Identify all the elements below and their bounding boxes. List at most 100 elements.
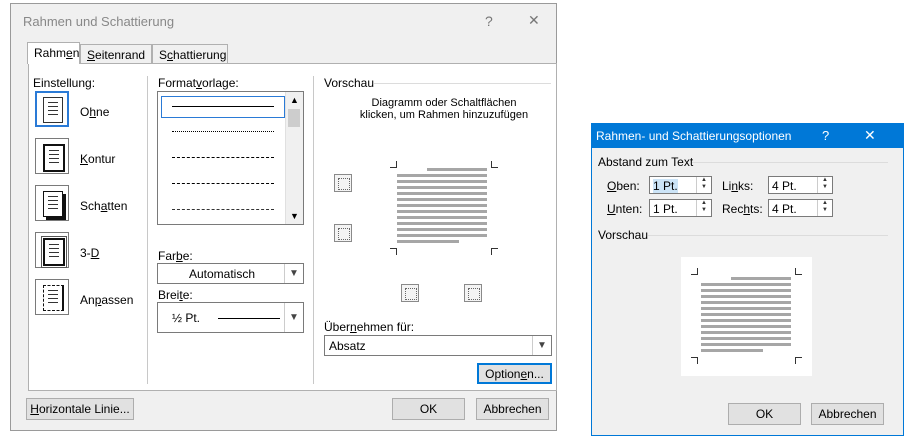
tab-seitenrand[interactable]: Seitenrand [80, 44, 152, 64]
right-border-button[interactable] [464, 284, 482, 302]
page-none-icon [43, 97, 63, 123]
options-cancel-button[interactable]: Abbrechen [811, 403, 884, 425]
dotted-line-sample[interactable] [172, 131, 274, 132]
vorschau-label: Vorschau [324, 76, 375, 90]
tab-label-accel: S [87, 48, 96, 62]
dialog-title: Rahmen und Schattierung [23, 14, 175, 29]
chevron-down-icon[interactable]: ▼ [284, 303, 303, 332]
farbe-label: Farbe: [158, 249, 193, 263]
tab-schattierung[interactable]: Schattierung [152, 44, 228, 64]
corner-mark [491, 161, 498, 168]
tab-label: S [159, 48, 168, 62]
setting-3d-button[interactable] [35, 232, 69, 268]
tab-label: n [72, 46, 80, 60]
spin-arrows-icon[interactable]: ▲ ▼ [817, 200, 832, 216]
farbe-select[interactable]: Automatisch ▼ [157, 263, 304, 284]
spin-arrows-icon[interactable]: ▲ ▼ [696, 177, 711, 193]
separator [313, 76, 314, 384]
left-border-button[interactable] [401, 284, 419, 302]
long-dash-line-sample[interactable] [172, 183, 274, 184]
tab-label: Rahm [34, 46, 67, 60]
borders-shading-dialog: Rahmen und Schattierung ? ✕ Rahmen Seite… [10, 3, 557, 431]
setting-kontur-button[interactable] [35, 138, 69, 174]
cancel-button[interactable]: Abbrechen [476, 398, 549, 420]
dash-dot-line-sample[interactable] [172, 209, 274, 210]
uebernehmen-value: Absatz [329, 339, 366, 353]
rechts-value[interactable]: 4 Pt. [772, 202, 797, 216]
spin-arrows-icon[interactable]: ▲ ▼ [696, 200, 711, 216]
unten-label: Unten: [607, 202, 643, 216]
page-3d-icon [41, 236, 67, 268]
page-custom-icon [43, 285, 64, 311]
options-ok-button[interactable]: OK [728, 403, 801, 425]
corner-mark [390, 161, 397, 168]
tab-label: hattierung [173, 48, 227, 62]
links-value[interactable]: 4 Pt. [772, 179, 797, 193]
unten-value[interactable]: 1 Pt. [653, 202, 678, 216]
tab-label-accel: e [66, 46, 73, 60]
dashed-line-sample[interactable] [172, 157, 274, 158]
setting-3d-label: 3-D [80, 246, 100, 260]
border-bottom-icon [338, 228, 350, 240]
formatvorlage-label: Formatvorlage: [158, 76, 239, 90]
tab-label: eitenrand [95, 48, 146, 62]
line-style-listbox[interactable]: ▲ ▼ [157, 91, 304, 225]
links-spinner[interactable]: 4 Pt. ▲ ▼ [768, 176, 833, 194]
unten-spinner[interactable]: 1 Pt. ▲ ▼ [649, 199, 712, 217]
corner-mark [691, 357, 698, 364]
page-shadow-icon [43, 191, 63, 217]
oben-spinner[interactable]: 1 Pt. ▲ ▼ [649, 176, 712, 194]
rechts-label: Rechts: [722, 202, 763, 216]
uebernehmen-label: Übernehmen für: [324, 320, 415, 334]
breite-value: ½ Pt. [172, 311, 201, 325]
scroll-thumb[interactable] [288, 109, 300, 127]
setting-ohne-button[interactable] [35, 91, 69, 127]
setting-schatten-label: Schatten [80, 199, 128, 213]
options-vorschau-label: Vorschau [598, 228, 649, 242]
optionen-button[interactable]: Option e n... [477, 363, 552, 384]
bottom-border-button[interactable] [334, 224, 352, 242]
scroll-down-icon[interactable]: ▼ [290, 211, 299, 221]
border-left-icon [405, 288, 417, 300]
corner-mark [795, 357, 802, 364]
border-right-icon [468, 288, 480, 300]
help-icon[interactable]: ? [485, 13, 493, 29]
top-border-button[interactable] [334, 174, 352, 192]
farbe-value: Automatisch [188, 267, 256, 281]
corner-mark [491, 248, 498, 255]
abstand-label: Abstand zum Text [598, 155, 694, 169]
uebernehmen-select[interactable]: Absatz ▼ [324, 335, 552, 356]
setting-anpassen-label: Anpassen [80, 293, 134, 307]
vorschau-rule [648, 235, 888, 236]
spin-arrows-icon[interactable]: ▲ ▼ [817, 177, 832, 193]
page-box-icon [43, 144, 65, 172]
oben-label: Oben: [607, 179, 640, 193]
border-options-dialog: Rahmen- und Schattierungsoptionen ? ✕ Ab… [591, 123, 904, 436]
options-preview [681, 257, 812, 376]
setting-schatten-button[interactable] [35, 185, 69, 221]
setting-anpassen-button[interactable] [35, 279, 69, 315]
close-icon[interactable]: ✕ [864, 127, 876, 144]
rechts-spinner[interactable]: 4 Pt. ▲ ▼ [768, 199, 833, 217]
close-icon[interactable]: ✕ [528, 12, 540, 29]
oben-value[interactable]: 1 Pt. [653, 179, 678, 193]
links-label: Links: [722, 179, 754, 193]
corner-mark [390, 248, 397, 255]
vorschau-hint: Diagramm oder Schaltflächen klicken, um … [359, 97, 529, 121]
line-style-selected[interactable] [161, 96, 285, 118]
einstellung-label: Einstellung: [33, 76, 96, 90]
chevron-down-icon[interactable]: ▼ [532, 336, 551, 355]
tab-rahmen[interactable]: Rahmen [27, 42, 80, 64]
help-icon[interactable]: ? [822, 128, 829, 143]
breite-select[interactable]: ½ Pt. ▼ [157, 302, 304, 333]
corner-mark [795, 268, 802, 275]
line-style-scrollbar[interactable]: ▲ ▼ [285, 92, 303, 224]
scroll-up-icon[interactable]: ▲ [290, 95, 299, 105]
horizontale-linie-button[interactable]: Horizontale Linie... [26, 398, 134, 420]
options-titlebar: Rahmen- und Schattierungsoptionen ? ✕ [592, 124, 903, 148]
chevron-down-icon[interactable]: ▼ [284, 264, 303, 283]
options-title: Rahmen- und Schattierungsoptionen [596, 129, 792, 143]
ok-button[interactable]: OK [392, 398, 465, 420]
corner-mark [691, 268, 698, 275]
abstand-rule [692, 162, 888, 163]
